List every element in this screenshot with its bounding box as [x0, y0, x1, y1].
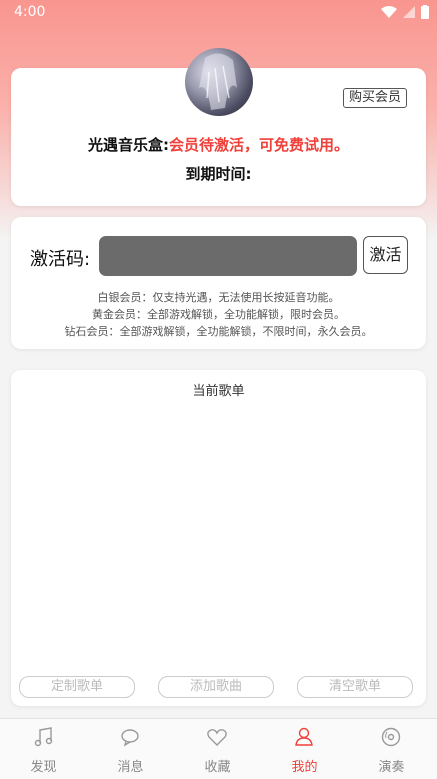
nav-item-mine[interactable]: 我的 [261, 719, 348, 779]
signal-icon [403, 6, 415, 18]
nav-label-mine: 我的 [291, 760, 318, 775]
wifi-icon [381, 6, 397, 18]
bottom-navigation: 发现 消息 收藏 我的 演奏 [0, 718, 437, 779]
silver-member-description: 白银会员：仅支持光遇，无法使用长按延音功能。 [97, 291, 340, 304]
avatar[interactable] [185, 48, 253, 116]
nav-item-messages[interactable]: 消息 [87, 719, 174, 779]
status-time: 4:00 [14, 4, 46, 20]
avatar-figure-icon [199, 53, 237, 110]
nav-label-messages: 消息 [117, 760, 144, 775]
clear-playlist-button[interactable]: 清空歌单 [297, 676, 413, 698]
activation-code-input[interactable] [99, 236, 357, 276]
membership-status-line: 光遇音乐盒:会员待激活，可免费试用。 [11, 134, 426, 155]
music-note-icon [34, 727, 53, 747]
heart-icon [207, 729, 227, 746]
membership-status: 会员待激活，可免费试用。 [168, 136, 349, 154]
nav-item-favorites[interactable]: 收藏 [174, 719, 261, 779]
nav-item-play[interactable]: 演奏 [348, 719, 435, 779]
person-icon [295, 727, 313, 746]
playlist-title: 当前歌单 [192, 384, 245, 399]
expire-time-label: 到期时间: [185, 165, 252, 183]
battery-icon [421, 5, 429, 19]
nav-label-play: 演奏 [378, 760, 405, 775]
playlist-card: 当前歌单 定制歌单 添加歌曲 清空歌单 [11, 370, 426, 706]
activation-card: 激活码: 激活 白银会员：仅支持光遇，无法使用长按延音功能。 黄金会员：全部游戏… [11, 217, 426, 349]
activation-code-label: 激活码: [30, 249, 91, 270]
status-icons [381, 5, 429, 19]
vinyl-record-icon [381, 727, 401, 747]
add-song-button[interactable]: 添加歌曲 [158, 676, 274, 698]
chat-bubble-icon [121, 729, 139, 747]
buy-membership-button[interactable]: 购买会员 [342, 88, 407, 108]
app-name-label: 光遇音乐盒: [87, 136, 169, 154]
nav-item-discover[interactable]: 发现 [0, 719, 87, 779]
activate-button[interactable]: 激活 [363, 236, 408, 274]
gold-member-description: 黄金会员：全部游戏解锁，全功能解锁，限时会员。 [92, 308, 345, 321]
nav-label-favorites: 收藏 [204, 760, 231, 775]
status-bar: 4:00 [0, 0, 437, 26]
nav-label-discover: 发现 [30, 760, 57, 775]
diamond-member-description: 钻石会员：全部游戏解锁，全功能解锁，不限时间，永久会员。 [64, 325, 373, 338]
custom-playlist-button[interactable]: 定制歌单 [19, 676, 135, 698]
